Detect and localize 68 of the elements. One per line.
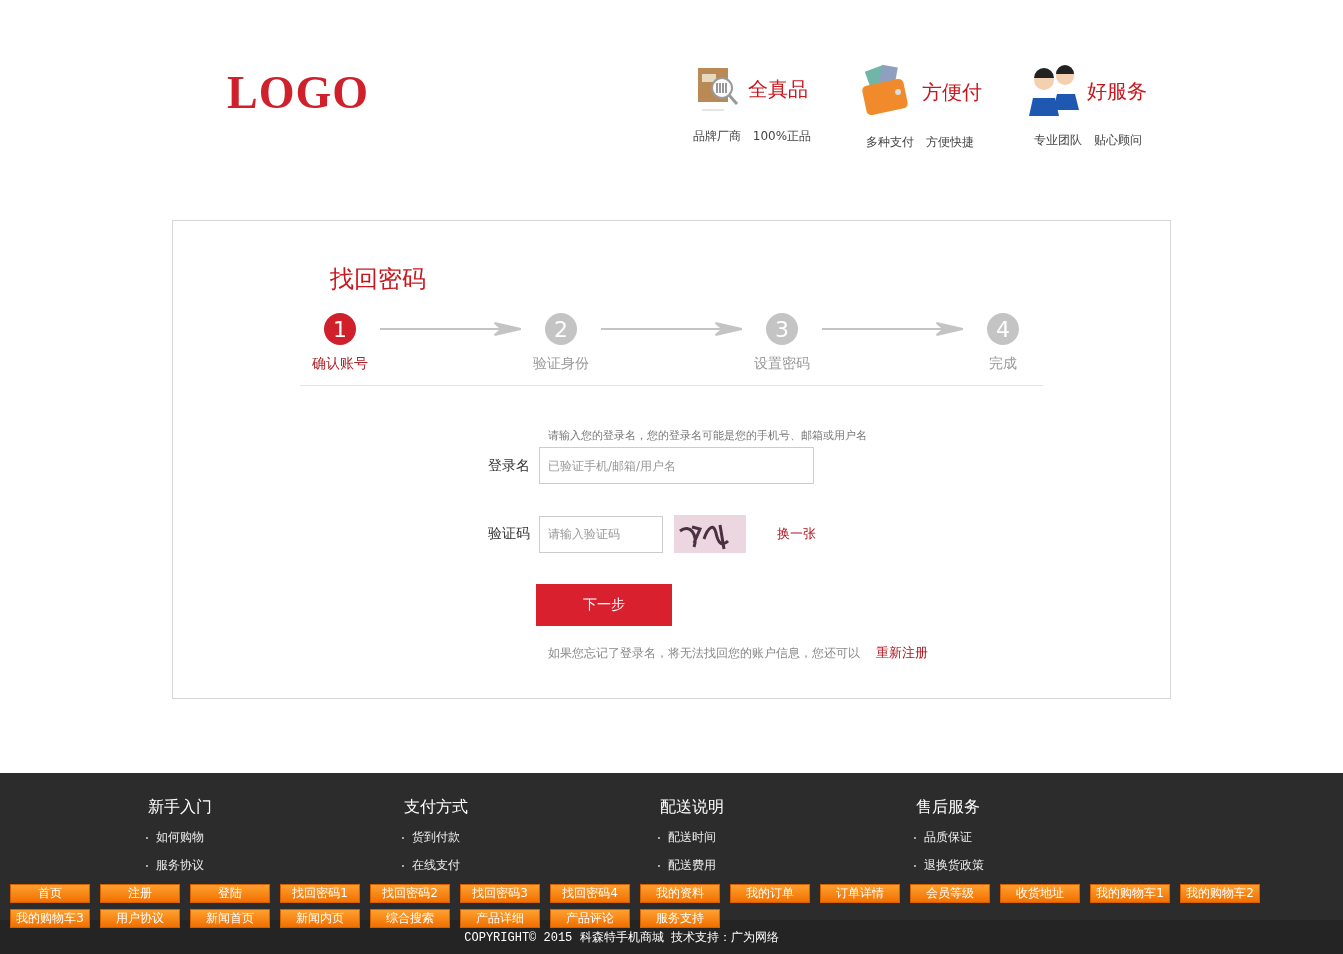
- nav-button[interactable]: 综合搜索: [370, 909, 450, 928]
- nav-button[interactable]: 收货地址: [1000, 884, 1080, 903]
- nav-button[interactable]: 我的资料: [640, 884, 720, 903]
- step-label: 确认账号: [312, 355, 368, 373]
- arrow-icon: [601, 322, 742, 336]
- step-number: 1: [324, 313, 356, 345]
- nav-button[interactable]: 首页: [10, 884, 90, 903]
- footer-heading: 配送说明: [660, 797, 725, 818]
- footer-link[interactable]: 如何购物: [156, 829, 204, 846]
- nav-button[interactable]: 找回密码2: [370, 884, 450, 903]
- hint-text: 请输入您的登录名，您的登录名可能是您的手机号、邮箱或用户名: [548, 428, 868, 443]
- nav-button[interactable]: 我的购物车1: [1090, 884, 1170, 903]
- footer-link[interactable]: 品质保证: [924, 829, 972, 846]
- nav-button[interactable]: 产品详细: [460, 909, 540, 928]
- nav-button[interactable]: 我的购物车3: [10, 909, 90, 928]
- feature-subtitle: 贴心顾问: [1094, 132, 1142, 149]
- note-text: 如果您忘记了登录名，将无法找回您的账户信息，您还可以: [548, 644, 860, 662]
- nav-button[interactable]: 新闻首页: [190, 909, 270, 928]
- arrow-icon: [380, 322, 521, 336]
- refresh-captcha-link[interactable]: 换一张: [777, 525, 816, 543]
- step-label: 验证身份: [533, 355, 589, 373]
- step-number: 3: [766, 313, 798, 345]
- nav-button[interactable]: 找回密码1: [280, 884, 360, 903]
- nav-button[interactable]: 订单详情: [820, 884, 900, 903]
- feature-title: 方便付: [922, 78, 982, 106]
- feature-title: 全真品: [748, 75, 808, 103]
- nav-button[interactable]: 找回密码4: [550, 884, 630, 903]
- step-label: 设置密码: [754, 355, 810, 373]
- logo[interactable]: LOGO: [227, 66, 370, 119]
- field-label: 登录名: [488, 456, 530, 475]
- nav-button[interactable]: 我的购物车2: [1180, 884, 1260, 903]
- footer-link[interactable]: 配送时间: [668, 829, 716, 846]
- field-label: 验证码: [488, 525, 530, 543]
- nav-button[interactable]: 注册: [100, 884, 180, 903]
- footer-heading: 新手入门: [148, 797, 213, 818]
- step-label: 完成: [989, 355, 1017, 373]
- nav-button[interactable]: 新闻内页: [280, 909, 360, 928]
- nav-button[interactable]: 产品评论: [550, 909, 630, 928]
- footer-heading: 支付方式: [404, 797, 469, 818]
- nav-button[interactable]: 服务支持: [640, 909, 720, 928]
- nav-button[interactable]: 会员等级: [910, 884, 990, 903]
- page-title: 找回密码: [330, 264, 427, 295]
- register-link[interactable]: 重新注册: [876, 644, 928, 662]
- feature-subtitle: 100%正品: [752, 128, 812, 145]
- nav-button[interactable]: 我的订单: [730, 884, 810, 903]
- footer-link[interactable]: 货到付款: [412, 829, 460, 846]
- feature-subtitle: 方便快捷: [926, 134, 974, 151]
- footer-heading: 售后服务: [916, 797, 981, 818]
- captcha-image: [674, 515, 746, 553]
- feature-subtitle: 品牌厂商: [692, 128, 741, 145]
- nav-button[interactable]: 找回密码3: [460, 884, 540, 903]
- next-button[interactable]: 下一步: [536, 584, 672, 626]
- footer-link[interactable]: 在线支付: [412, 857, 460, 874]
- step-number: 2: [545, 313, 577, 345]
- footer-link[interactable]: 服务协议: [156, 857, 204, 874]
- footer-link[interactable]: 配送费用: [668, 857, 716, 874]
- copyright-text: COPYRIGHT© 2015 科森特手机商城 技术支持：广为网络: [464, 929, 779, 946]
- nav-button[interactable]: 用户协议: [100, 909, 180, 928]
- arrow-icon: [822, 322, 963, 336]
- captcha-field[interactable]: 请输入验证码: [539, 515, 663, 553]
- feature-subtitle: 专业团队: [1034, 132, 1082, 149]
- feature-subtitle: 多种支付: [866, 134, 914, 151]
- nav-button[interactable]: 登陆: [190, 884, 270, 903]
- login-name-field[interactable]: 已验证手机/邮箱/用户名: [539, 447, 814, 484]
- footer-link[interactable]: 退换货政策: [924, 857, 984, 874]
- step-number: 4: [987, 313, 1019, 345]
- feature-title: 好服务: [1087, 77, 1147, 105]
- people-icon: [1029, 64, 1079, 118]
